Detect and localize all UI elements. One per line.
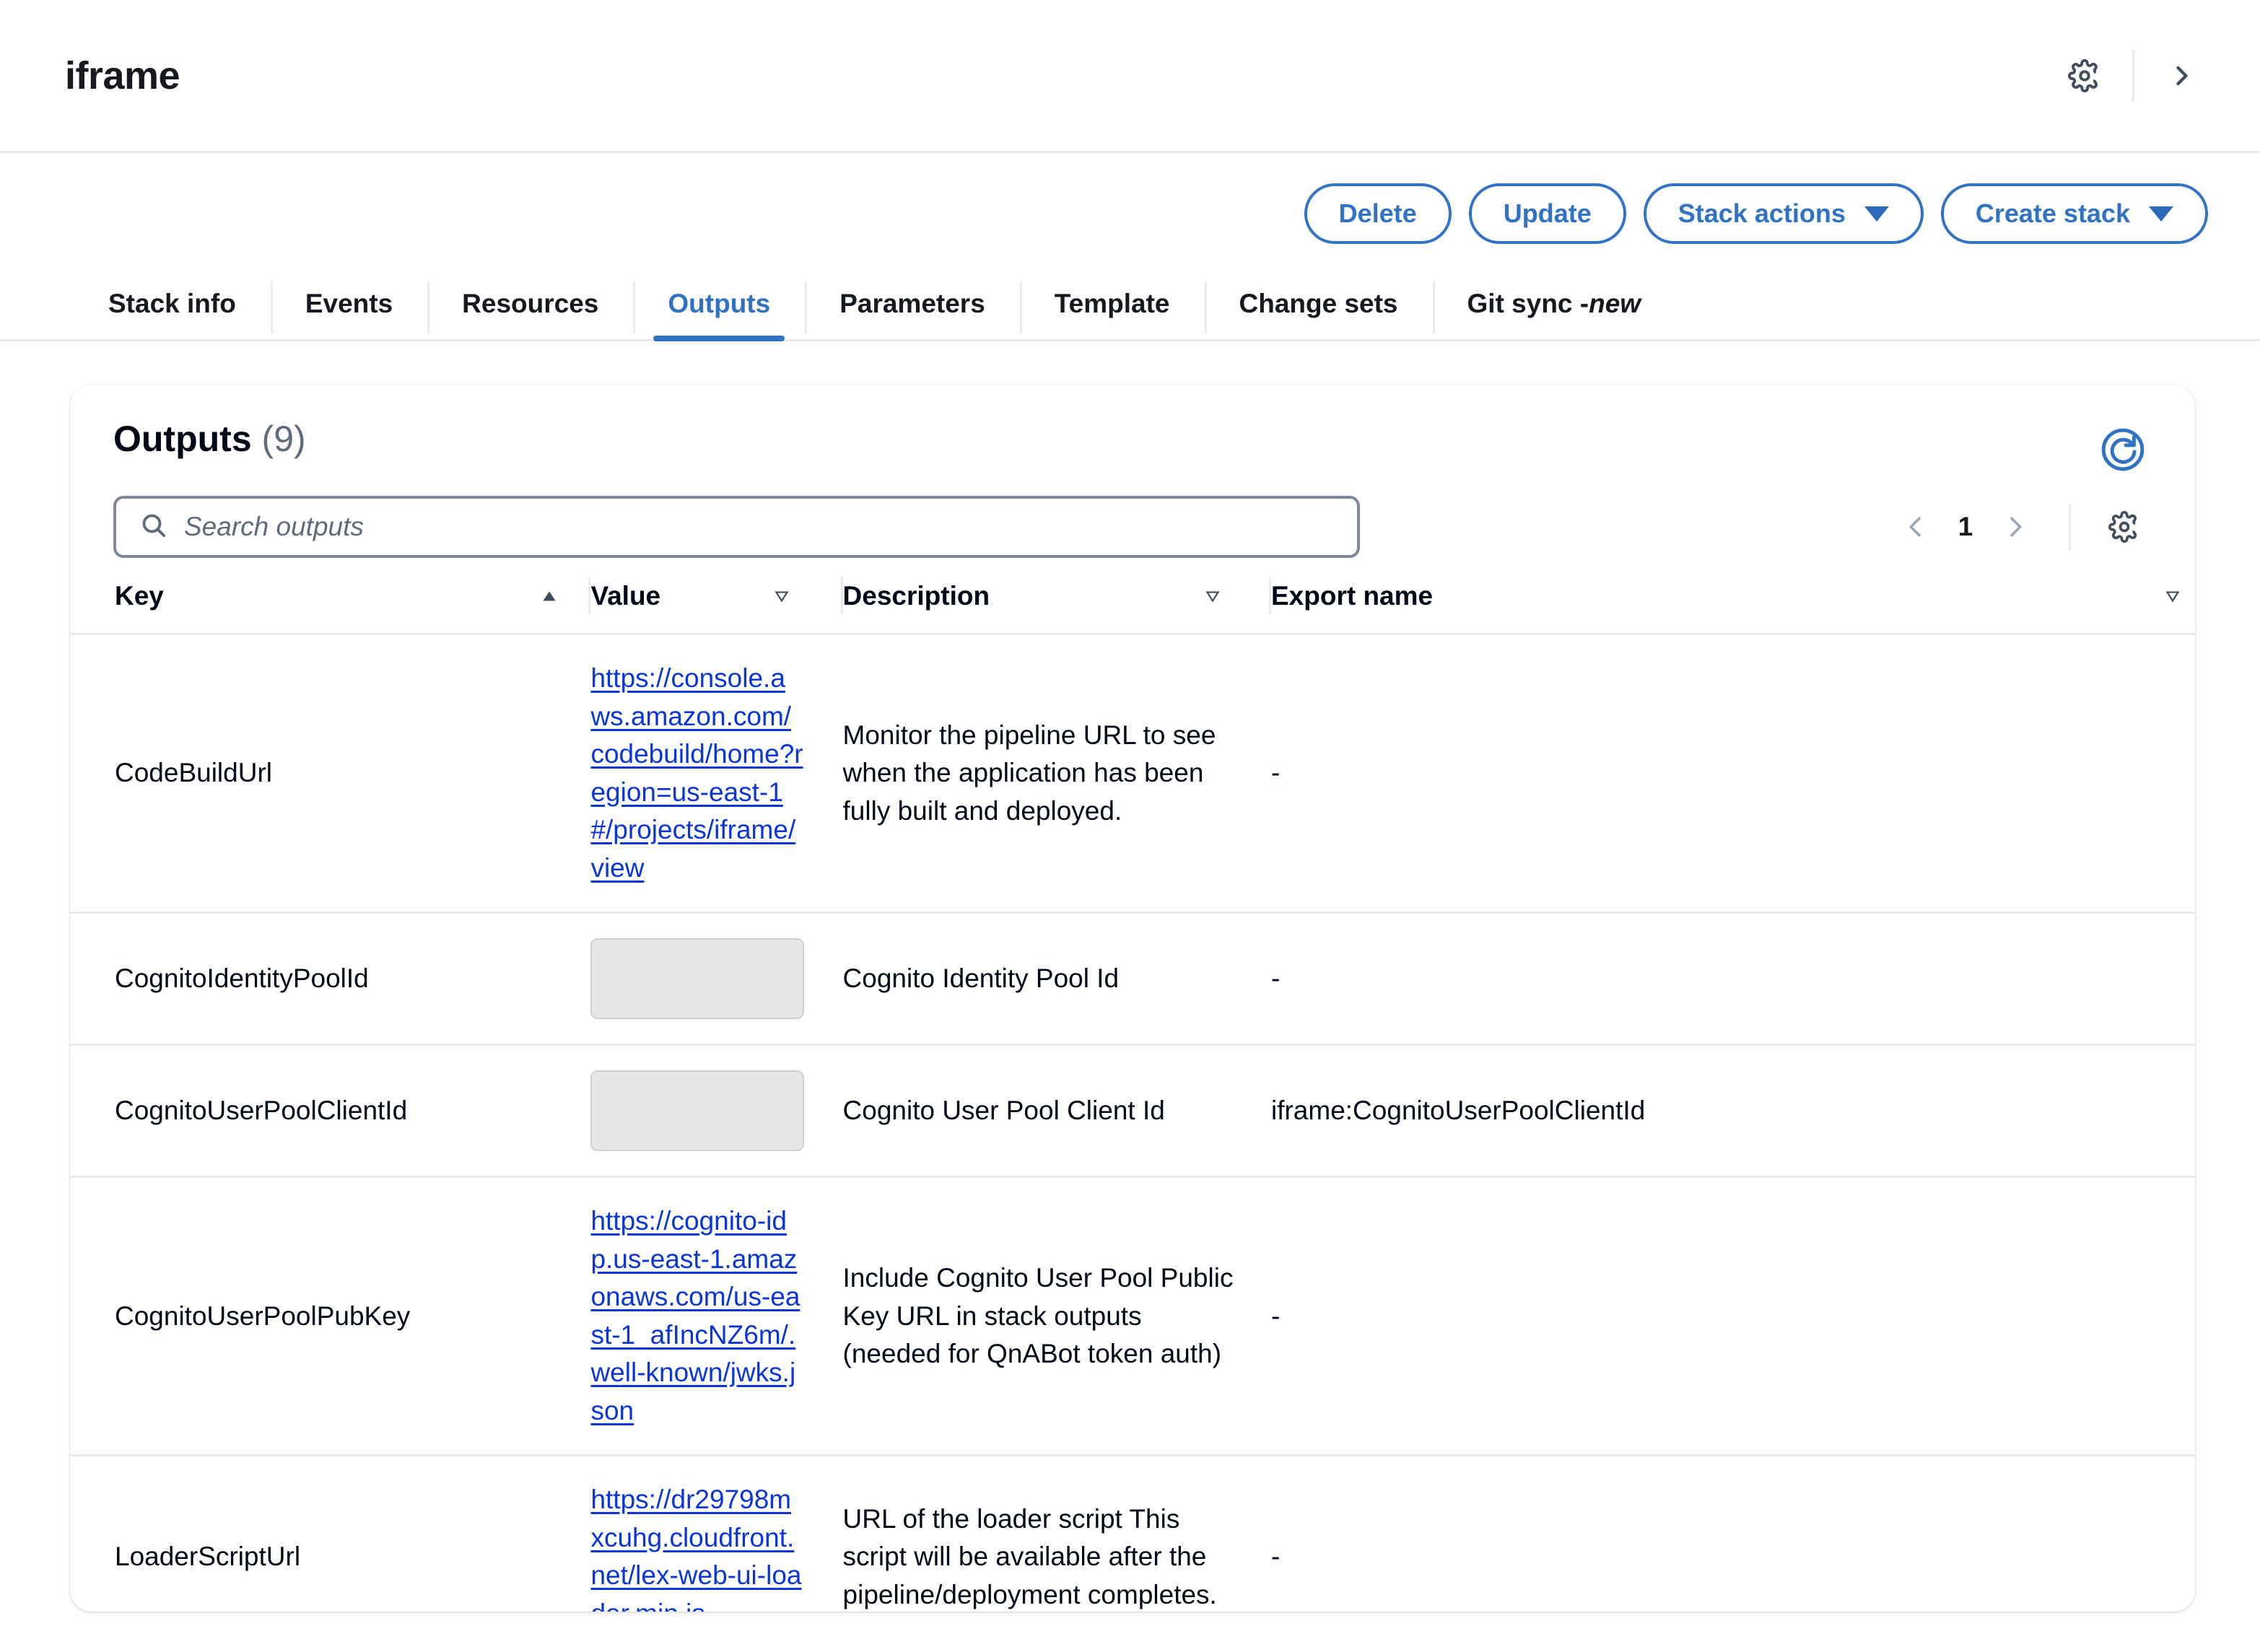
outputs-table: Key Value Description Export name CodeBu… bbox=[70, 558, 2195, 1612]
column-header-export-name-label: Export name bbox=[1270, 581, 1434, 611]
tab-template[interactable]: Template bbox=[1019, 276, 1205, 339]
column-header-description[interactable]: Description bbox=[842, 558, 1272, 635]
cell-value: https://dr29798mxcuhg.cloudfront.net/lex… bbox=[590, 1455, 843, 1612]
column-header-value[interactable]: Value bbox=[590, 558, 843, 635]
caret-up-icon bbox=[540, 587, 559, 606]
tab-label: Parameters bbox=[839, 289, 985, 318]
caret-down-icon bbox=[772, 587, 791, 606]
cell-value: https://cognito-idp.us-east-1.amazonaws.… bbox=[590, 1176, 843, 1457]
update-button-label: Update bbox=[1503, 198, 1592, 228]
delete-button-label: Delete bbox=[1338, 198, 1417, 228]
cell-description: Include Cognito User Pool Public Key URL… bbox=[842, 1176, 1271, 1457]
column-header-export-name[interactable]: Export name bbox=[1270, 558, 2195, 635]
output-value-link[interactable]: https://dr29798mxcuhg.cloudfront.net/lex… bbox=[590, 1485, 801, 1612]
tab-parameters[interactable]: Parameters bbox=[805, 276, 1020, 339]
cell-key: CognitoUserPoolClientId bbox=[70, 1044, 591, 1179]
cell-value: https://console.aws.amazon.com/codebuild… bbox=[590, 634, 843, 914]
caret-down-icon bbox=[1203, 587, 1222, 606]
create-stack-button[interactable]: Create stack bbox=[1940, 183, 2208, 244]
tab-label: Resources bbox=[462, 289, 599, 318]
table-row: LoaderScriptUrl https://dr29798mxcuhg.cl… bbox=[70, 1455, 2195, 1612]
tab-change-sets[interactable]: Change sets bbox=[1204, 276, 1433, 339]
tab-stack-info[interactable]: Stack info bbox=[65, 276, 271, 339]
outputs-toolbar: 1 bbox=[70, 478, 2195, 558]
tab-events[interactable]: Events bbox=[270, 276, 427, 339]
outputs-title-text: Outputs bbox=[113, 419, 252, 459]
tab-outputs[interactable]: Outputs bbox=[633, 276, 805, 341]
cell-key: CognitoUserPoolPubKey bbox=[70, 1176, 591, 1457]
gear-icon[interactable] bbox=[2059, 50, 2111, 102]
search-input[interactable] bbox=[184, 512, 1334, 542]
cell-value bbox=[590, 1044, 843, 1179]
tab-label: Outputs bbox=[668, 289, 771, 318]
column-header-value-label: Value bbox=[590, 581, 661, 611]
cell-value bbox=[590, 912, 843, 1046]
caret-down-icon bbox=[1864, 206, 1889, 222]
cell-export-name: - bbox=[1270, 634, 2195, 914]
cell-export-name: - bbox=[1270, 1455, 2195, 1612]
tab-label: Stack info bbox=[108, 289, 236, 318]
outputs-panel: Outputs (9) Search outputs 1 Key Value D… bbox=[70, 385, 2195, 1612]
tab-list: Stack info Events Resources Outputs Para… bbox=[65, 276, 2260, 341]
outputs-panel-header-actions bbox=[2094, 418, 2152, 478]
search-outputs-box[interactable] bbox=[113, 496, 1360, 558]
refresh-icon[interactable] bbox=[2094, 421, 2152, 478]
gear-icon[interactable] bbox=[2097, 499, 2152, 554]
toolbar-divider bbox=[2069, 503, 2071, 551]
caret-down-icon bbox=[2163, 587, 2182, 606]
outputs-count: (9) bbox=[261, 419, 306, 459]
update-button[interactable]: Update bbox=[1468, 183, 1626, 244]
tab-label: Events bbox=[305, 289, 393, 318]
cell-export-name: iframe:CognitoUserPoolClientId bbox=[1270, 1044, 2195, 1179]
tab-label: Change sets bbox=[1239, 289, 1398, 318]
stack-actions-button-label: Stack actions bbox=[1677, 198, 1846, 228]
cell-key: LoaderScriptUrl bbox=[70, 1455, 591, 1612]
stack-action-buttons: Delete Update Stack actions Create stack bbox=[0, 153, 2260, 244]
cell-description: Cognito User Pool Client Id bbox=[842, 1044, 1271, 1179]
cell-key: CodeBuildUrl bbox=[70, 634, 591, 914]
search-icon bbox=[139, 511, 168, 543]
tabs-bar: Stack info Events Resources Outputs Para… bbox=[0, 276, 2260, 341]
output-value-link[interactable]: https://console.aws.amazon.com/codebuild… bbox=[590, 663, 803, 883]
outputs-table-body: CodeBuildUrl https://console.aws.amazon.… bbox=[70, 634, 2195, 1612]
table-header-row: Key Value Description Export name bbox=[70, 558, 2195, 635]
output-value-link[interactable]: https://cognito-idp.us-east-1.amazonaws.… bbox=[590, 1206, 800, 1425]
outputs-panel-header: Outputs (9) bbox=[70, 385, 2195, 478]
chevron-right-icon[interactable] bbox=[2156, 50, 2208, 102]
stack-actions-button[interactable]: Stack actions bbox=[1643, 183, 1924, 244]
pagination-current-page[interactable]: 1 bbox=[1949, 512, 1982, 542]
table-row: CognitoUserPoolClientId Cognito User Poo… bbox=[70, 1044, 2195, 1179]
create-stack-button-label: Create stack bbox=[1975, 198, 2130, 228]
pagination: 1 bbox=[1888, 499, 2152, 554]
tab-git-sync[interactable]: Git sync - new bbox=[1432, 276, 1676, 339]
page-title: iframe bbox=[65, 53, 180, 97]
tab-label: Template bbox=[1054, 289, 1170, 318]
app-header: iframe bbox=[0, 0, 2260, 153]
cell-description: URL of the loader script This script wil… bbox=[842, 1455, 1271, 1612]
redacted-value-box[interactable] bbox=[590, 938, 804, 1020]
cell-export-name: - bbox=[1270, 1176, 2195, 1457]
header-divider bbox=[2132, 49, 2134, 102]
outputs-title: Outputs (9) bbox=[113, 418, 306, 460]
tab-resources[interactable]: Resources bbox=[427, 276, 633, 339]
cell-description: Monitor the pipeline URL to see when the… bbox=[842, 634, 1271, 914]
tab-label: Git sync - bbox=[1467, 289, 1589, 318]
column-header-key[interactable]: Key bbox=[70, 558, 591, 635]
caret-down-icon bbox=[2149, 206, 2173, 222]
cell-description: Cognito Identity Pool Id bbox=[842, 912, 1271, 1046]
chevron-left-icon[interactable] bbox=[1888, 499, 1943, 554]
header-actions bbox=[2059, 49, 2208, 102]
table-row: CodeBuildUrl https://console.aws.amazon.… bbox=[70, 634, 2195, 914]
tab-new-badge: new bbox=[1589, 289, 1641, 318]
table-row: CognitoUserPoolPubKey https://cognito-id… bbox=[70, 1176, 2195, 1457]
cell-key: CognitoIdentityPoolId bbox=[70, 912, 591, 1046]
cell-export-name: - bbox=[1270, 912, 2195, 1046]
column-header-description-label: Description bbox=[842, 581, 990, 611]
table-row: CognitoIdentityPoolId Cognito Identity P… bbox=[70, 912, 2195, 1046]
chevron-right-icon[interactable] bbox=[1988, 499, 2043, 554]
redacted-value-box[interactable] bbox=[590, 1070, 804, 1152]
column-header-key-label: Key bbox=[115, 581, 164, 611]
delete-button[interactable]: Delete bbox=[1304, 183, 1452, 244]
